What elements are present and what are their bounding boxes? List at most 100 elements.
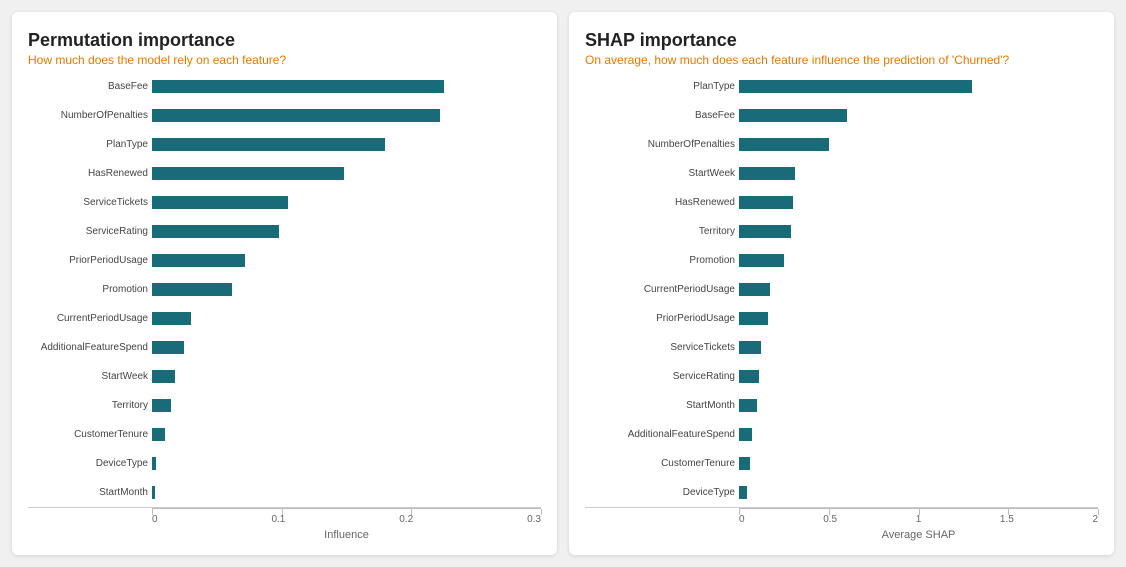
perm-bar-row: ServiceRating <box>28 222 541 240</box>
perm-bar-row: Territory <box>28 397 541 415</box>
shap-bar-fill <box>739 109 847 122</box>
perm-bar-label: ServiceTickets <box>28 197 148 208</box>
perm-bar-track <box>152 225 541 238</box>
perm-bar-track <box>152 399 541 412</box>
perm-bar-fill <box>152 225 279 238</box>
shap-x-tick-3: 1.5 <box>1000 514 1014 525</box>
perm-bar-label: AdditionalFeatureSpend <box>28 342 148 353</box>
permutation-title-bold: importance <box>138 30 235 50</box>
shap-bar-row: AdditionalFeatureSpend <box>585 426 1098 444</box>
perm-bar-label: DeviceType <box>28 458 148 469</box>
perm-bar-fill <box>152 312 191 325</box>
perm-bar-row: CustomerTenure <box>28 426 541 444</box>
shap-bar-label: HasRenewed <box>585 197 735 208</box>
shap-bar-fill <box>739 428 752 441</box>
shap-bar-fill <box>739 167 795 180</box>
perm-bar-track <box>152 109 541 122</box>
perm-bar-fill <box>152 457 156 470</box>
shap-bar-label: PriorPeriodUsage <box>585 313 735 324</box>
perm-bar-track <box>152 457 541 470</box>
shap-bar-row: PlanType <box>585 77 1098 95</box>
perm-bar-label: HasRenewed <box>28 168 148 179</box>
shap-bar-label: ServiceRating <box>585 371 735 382</box>
shap-bar-label: CurrentPeriodUsage <box>585 284 735 295</box>
perm-bar-label: PriorPeriodUsage <box>28 255 148 266</box>
perm-bar-label: CurrentPeriodUsage <box>28 313 148 324</box>
shap-bar-track <box>739 196 1098 209</box>
perm-bar-track <box>152 283 541 296</box>
shap-bar-fill <box>739 283 770 296</box>
shap-bar-label: Promotion <box>585 255 735 266</box>
shap-bar-track <box>739 80 1098 93</box>
perm-bar-label: NumberOfPenalties <box>28 110 148 121</box>
perm-bar-row: BaseFee <box>28 77 541 95</box>
shap-bar-label: DeviceType <box>585 487 735 498</box>
shap-importance-card: SHAP importance On average, how much doe… <box>569 12 1114 555</box>
shap-bar-fill <box>739 486 747 499</box>
permutation-bars: BaseFee NumberOfPenalties PlanType HasRenew… <box>28 77 541 503</box>
shap-bar-row: PriorPeriodUsage <box>585 310 1098 328</box>
shap-x-tick-2: 1 <box>916 514 922 525</box>
perm-x-tick-1: 0.1 <box>271 514 285 525</box>
perm-bar-track <box>152 486 541 499</box>
perm-x-tick-0: 0 <box>152 514 158 525</box>
perm-bar-fill <box>152 254 245 267</box>
shap-bar-track <box>739 399 1098 412</box>
shap-bar-fill <box>739 399 757 412</box>
shap-bar-track <box>739 341 1098 354</box>
perm-bar-row: Promotion <box>28 280 541 298</box>
shap-bar-track <box>739 254 1098 267</box>
shap-bar-row: ServiceTickets <box>585 339 1098 357</box>
shap-bar-track <box>739 138 1098 151</box>
perm-bar-label: ServiceRating <box>28 226 148 237</box>
shap-bar-row: NumberOfPenalties <box>585 135 1098 153</box>
shap-bar-row: HasRenewed <box>585 193 1098 211</box>
perm-bar-row: PlanType <box>28 135 541 153</box>
perm-bar-row: HasRenewed <box>28 164 541 182</box>
permutation-x-axis: 0 0.1 0.2 0.3 <box>28 507 541 525</box>
perm-x-tick-3: 0.3 <box>527 514 541 525</box>
shap-bar-track <box>739 428 1098 441</box>
perm-bar-track <box>152 167 541 180</box>
perm-bar-row: CurrentPeriodUsage <box>28 310 541 328</box>
perm-bar-row: AdditionalFeatureSpend <box>28 339 541 357</box>
shap-bar-label: BaseFee <box>585 110 735 121</box>
shap-bar-fill <box>739 254 784 267</box>
perm-bar-track <box>152 428 541 441</box>
shap-bar-label: StartMonth <box>585 400 735 411</box>
shap-title: SHAP importance <box>585 30 1098 51</box>
shap-bar-row: StartWeek <box>585 164 1098 182</box>
perm-x-tick-2: 0.2 <box>399 514 413 525</box>
shap-bar-row: ServiceRating <box>585 368 1098 386</box>
perm-bar-track <box>152 341 541 354</box>
shap-bar-fill <box>739 80 972 93</box>
shap-bar-track <box>739 312 1098 325</box>
shap-bar-row: StartMonth <box>585 397 1098 415</box>
perm-bar-row: StartWeek <box>28 368 541 386</box>
perm-bar-label: Promotion <box>28 284 148 295</box>
shap-bar-track <box>739 283 1098 296</box>
perm-bar-track <box>152 312 541 325</box>
perm-bar-label: StartWeek <box>28 371 148 382</box>
perm-bar-label: BaseFee <box>28 81 148 92</box>
shap-bar-row: DeviceType <box>585 484 1098 502</box>
perm-bar-fill <box>152 341 184 354</box>
shap-x-tick-1: 0.5 <box>823 514 837 525</box>
permutation-subtitle: How much does the model rely on each fea… <box>28 53 541 67</box>
shap-x-axis: 0 0.5 1 1.5 2 <box>585 507 1098 525</box>
perm-bar-row: NumberOfPenalties <box>28 106 541 124</box>
shap-bar-label: PlanType <box>585 81 735 92</box>
shap-chart-area: PlanType BaseFee NumberOfPenalties StartWee… <box>585 77 1098 541</box>
permutation-title: Permutation importance <box>28 30 541 51</box>
perm-bar-fill <box>152 196 288 209</box>
permutation-title-plain: Permutation <box>28 30 138 50</box>
shap-bar-label: CustomerTenure <box>585 458 735 469</box>
shap-bar-fill <box>739 457 750 470</box>
perm-bar-fill <box>152 486 155 499</box>
perm-bar-track <box>152 138 541 151</box>
shap-x-tick-0: 0 <box>739 514 745 525</box>
perm-bar-fill <box>152 428 165 441</box>
perm-bar-label: PlanType <box>28 139 148 150</box>
shap-bars: PlanType BaseFee NumberOfPenalties StartWee… <box>585 77 1098 503</box>
shap-bar-fill <box>739 341 761 354</box>
